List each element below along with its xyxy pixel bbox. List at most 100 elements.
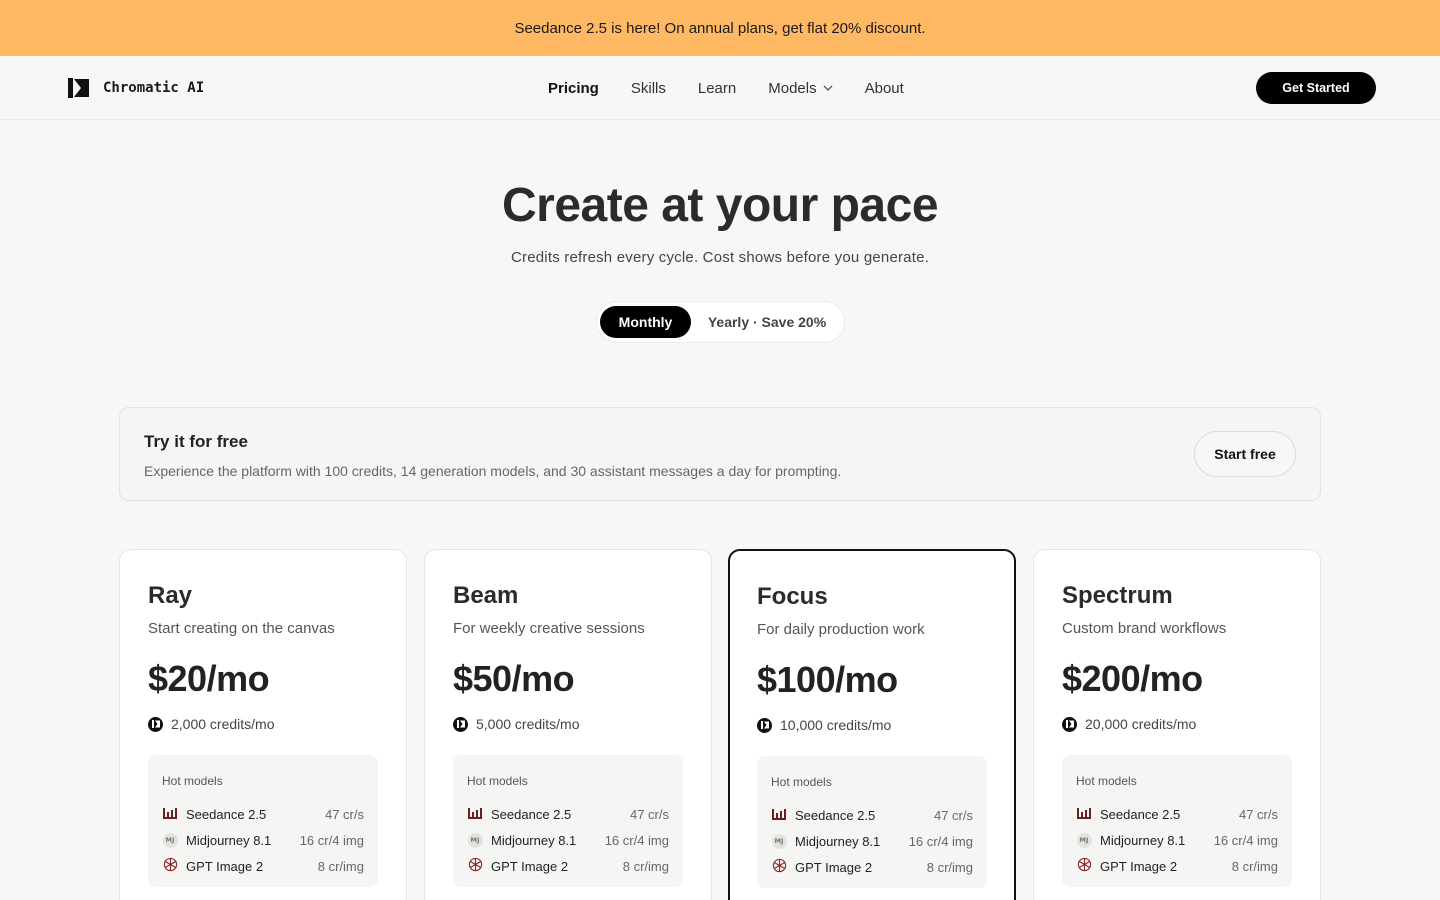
- plan-credits-text: 10,000 credits/mo: [780, 717, 892, 733]
- openai-knot-icon: [1077, 857, 1092, 875]
- model-icon: MJ: [162, 832, 178, 848]
- hot-model-row: GPT Image 2 8 cr/img: [467, 857, 669, 875]
- model-cost: 8 cr/img: [1231, 858, 1278, 874]
- promo-banner-text: Seedance 2.5 is here! On annual plans, g…: [514, 19, 926, 37]
- get-started-button[interactable]: Get Started: [1256, 72, 1376, 104]
- page-title: Create at your pace: [501, 179, 939, 232]
- hot-models-panel: Hot models Seedance 2.5 47 cr/s MJ Midjourne…: [453, 755, 683, 887]
- plan-credits-text: 2,000 credits/mo: [171, 716, 275, 732]
- midjourney-badge-icon: MJ: [467, 832, 483, 848]
- top-nav: Chromatic AI Pricing Skills Learn Models…: [0, 56, 1440, 120]
- plan-card-ray: Ray Start creating on the canvas $20/mo 2,0…: [119, 549, 407, 900]
- plan-price: $20/mo: [148, 658, 270, 699]
- hot-models-panel: Hot models Seedance 2.5 47 cr/s MJ Midjourne…: [1062, 755, 1292, 887]
- model-name: Seedance 2.5: [795, 807, 876, 823]
- midjourney-badge-icon: MJ: [771, 833, 787, 849]
- hot-model-row: MJ Midjourney 8.1 16 cr/4 img: [162, 831, 364, 849]
- page-subtitle: Credits refresh every cycle. Cost shows …: [510, 249, 930, 266]
- free-tier-description: Experience the platform with 100 credits…: [144, 463, 842, 479]
- model-cost: 47 cr/s: [629, 806, 669, 822]
- model-icon: [771, 807, 787, 823]
- model-cost: 16 cr/4 img: [299, 832, 364, 848]
- model-icon: [162, 857, 178, 875]
- model-name: Seedance 2.5: [1100, 806, 1181, 822]
- seedance-bars-icon: [163, 807, 177, 822]
- model-name: GPT Image 2: [186, 858, 264, 874]
- model-icon: [162, 806, 178, 822]
- free-tier-panel: Try it for free Experience the platform …: [119, 407, 1321, 501]
- model-name: GPT Image 2: [491, 858, 569, 874]
- plan-credits: 10,000 credits/mo: [757, 717, 891, 733]
- start-free-button[interactable]: Start free: [1194, 431, 1296, 477]
- model-name: Midjourney 8.1: [186, 832, 272, 848]
- model-cost: 16 cr/4 img: [1213, 832, 1278, 848]
- billing-option-monthly[interactable]: Monthly: [600, 306, 691, 338]
- model-icon: MJ: [467, 832, 483, 848]
- hot-models-label: Hot models: [1076, 774, 1137, 788]
- model-icon: [771, 858, 787, 875]
- free-tier-title: Try it for free: [144, 432, 248, 451]
- openai-knot-icon: [163, 857, 178, 875]
- brand-name: Chromatic AI: [103, 80, 205, 96]
- model-icon: MJ: [771, 833, 787, 849]
- chromatic-logo-icon: [68, 78, 89, 98]
- seedance-bars-icon: [772, 808, 786, 823]
- hot-model-row: GPT Image 2 8 cr/img: [771, 858, 973, 876]
- chevron-down-icon: [823, 85, 833, 91]
- openai-knot-icon: [468, 857, 483, 875]
- plan-description: For daily production work: [757, 621, 925, 638]
- hot-model-row: MJ Midjourney 8.1 16 cr/4 img: [1076, 831, 1278, 849]
- billing-option-yearly[interactable]: Yearly · Save 20%: [697, 306, 837, 338]
- billing-toggle: Monthly Yearly · Save 20%: [596, 301, 845, 343]
- plan-card-spectrum: Spectrum Custom brand workflows $200/mo 20,…: [1033, 549, 1321, 900]
- hot-models-panel: Hot models Seedance 2.5 47 cr/s MJ Midjourne…: [757, 756, 987, 888]
- nav-link-learn[interactable]: Learn: [698, 80, 736, 97]
- plan-description: Custom brand workflows: [1062, 620, 1227, 637]
- plan-name: Spectrum: [1062, 582, 1173, 609]
- model-cost: 16 cr/4 img: [604, 832, 669, 848]
- plan-credits-text: 20,000 credits/mo: [1085, 716, 1197, 732]
- nav-link-about[interactable]: About: [865, 80, 904, 97]
- model-cost: 8 cr/img: [622, 858, 669, 874]
- credit-coin-icon: [757, 717, 772, 733]
- brand[interactable]: Chromatic AI: [68, 78, 204, 98]
- hot-models-label: Hot models: [162, 774, 223, 788]
- hot-model-row: Seedance 2.5 47 cr/s: [771, 806, 973, 824]
- model-icon: MJ: [1076, 832, 1092, 848]
- hot-model-row: Seedance 2.5 47 cr/s: [1076, 805, 1278, 823]
- model-icon: [467, 857, 483, 875]
- plan-price: $200/mo: [1062, 658, 1203, 699]
- hot-model-row: GPT Image 2 8 cr/img: [162, 857, 364, 875]
- hot-model-row: MJ Midjourney 8.1 16 cr/4 img: [467, 831, 669, 849]
- seedance-bars-icon: [468, 807, 482, 822]
- midjourney-badge-icon: MJ: [162, 832, 178, 848]
- model-name: Midjourney 8.1: [795, 833, 881, 849]
- plan-name: Focus: [757, 583, 828, 610]
- plan-price: $100/mo: [757, 659, 898, 700]
- model-name: GPT Image 2: [1100, 858, 1178, 874]
- model-icon: [1076, 806, 1092, 822]
- hot-model-row: Seedance 2.5 47 cr/s: [467, 805, 669, 823]
- plan-credits: 5,000 credits/mo: [453, 716, 580, 732]
- model-cost: 47 cr/s: [1238, 806, 1278, 822]
- nav-link-skills[interactable]: Skills: [631, 80, 666, 97]
- model-cost: 16 cr/4 img: [908, 833, 973, 849]
- hot-models-label: Hot models: [771, 775, 832, 789]
- plan-credits: 20,000 credits/mo: [1062, 716, 1196, 732]
- hot-models-label: Hot models: [467, 774, 528, 788]
- plan-description: For weekly creative sessions: [453, 620, 645, 637]
- hot-model-row: Seedance 2.5 47 cr/s: [162, 805, 364, 823]
- nav-link-models[interactable]: Models: [768, 79, 833, 97]
- credit-coin-icon: [148, 716, 163, 732]
- nav-link-models-label: Models: [768, 79, 817, 97]
- model-cost: 47 cr/s: [324, 806, 364, 822]
- promo-banner: Seedance 2.5 is here! On annual plans, g…: [0, 0, 1440, 56]
- model-name: Seedance 2.5: [186, 806, 267, 822]
- credit-coin-icon: [1062, 716, 1077, 732]
- nav-links: Pricing Skills Learn Models About: [548, 56, 936, 120]
- seedance-bars-icon: [1077, 807, 1091, 822]
- model-icon: [1076, 857, 1092, 875]
- model-name: Midjourney 8.1: [1100, 832, 1186, 848]
- nav-link-pricing[interactable]: Pricing: [548, 80, 599, 97]
- model-name: GPT Image 2: [795, 859, 873, 875]
